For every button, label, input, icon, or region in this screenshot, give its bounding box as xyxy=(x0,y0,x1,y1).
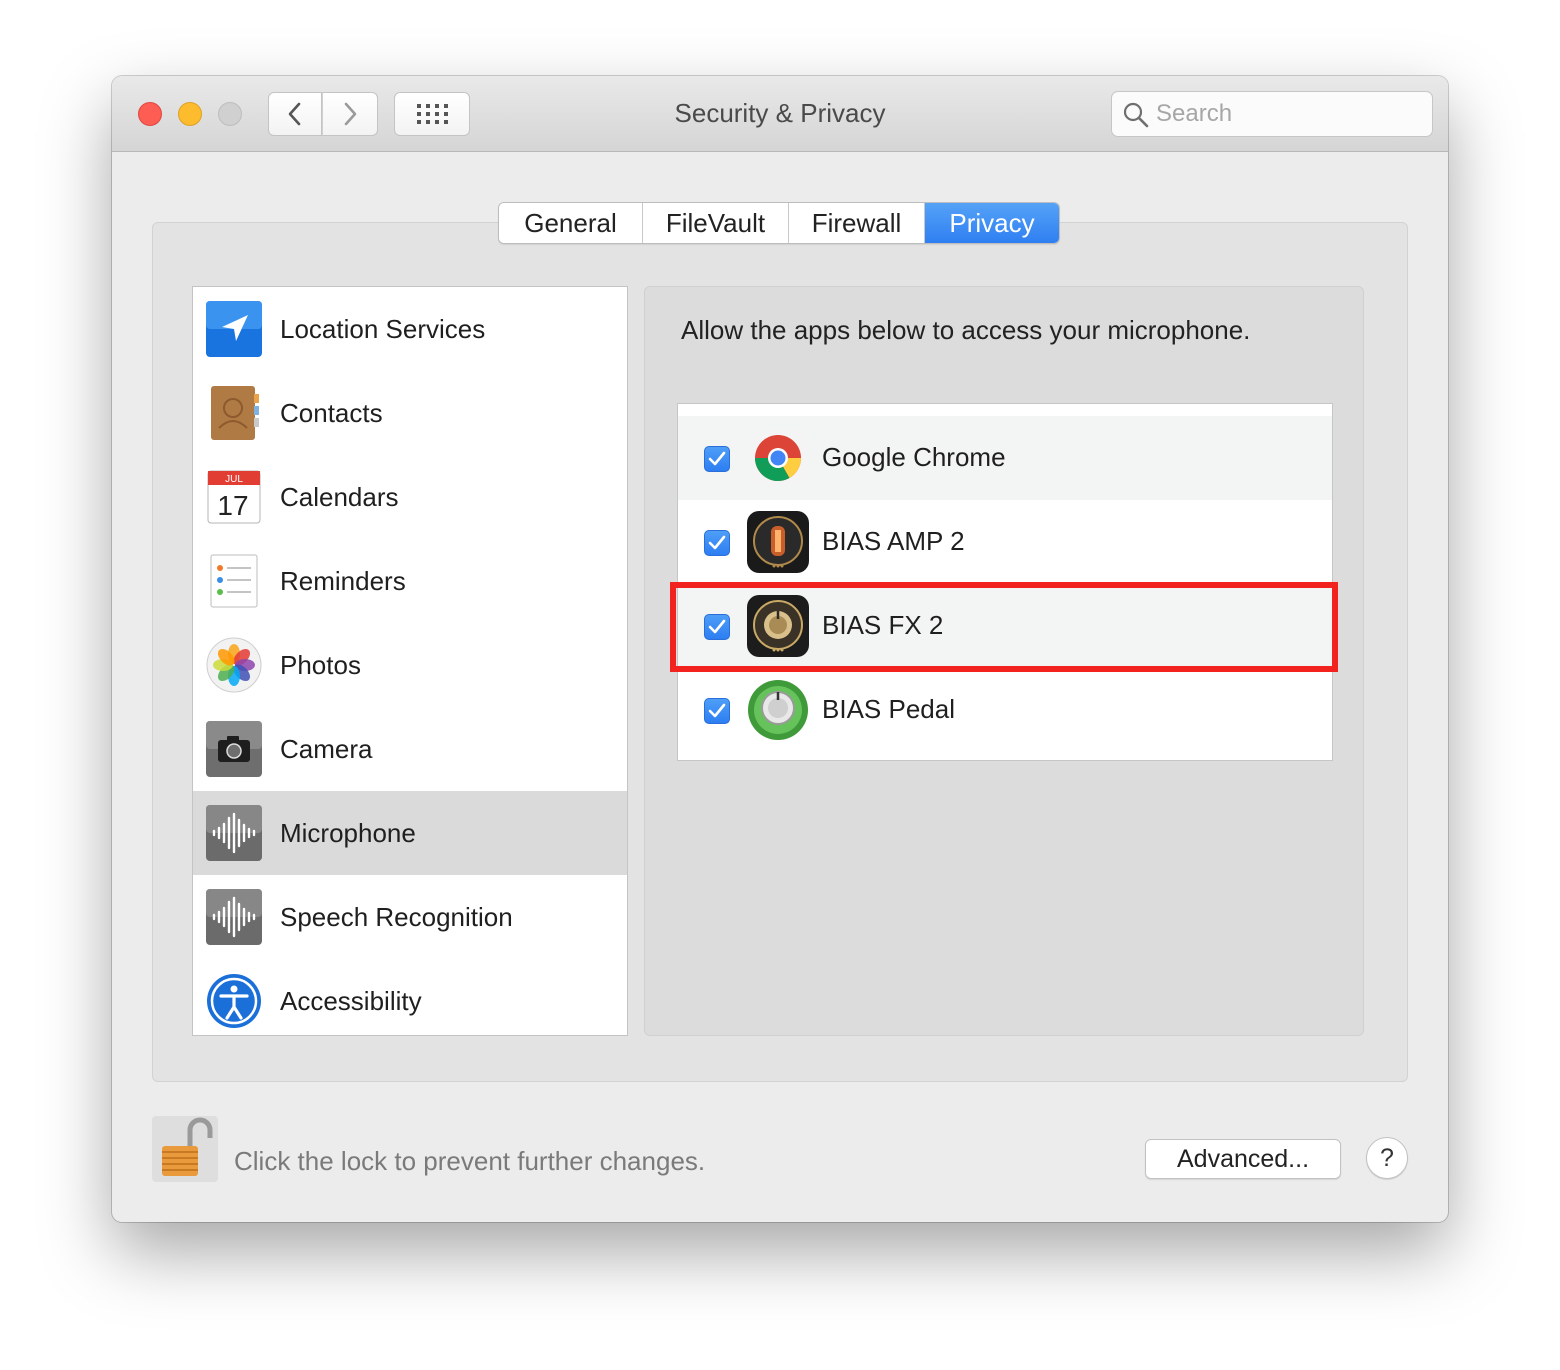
calendar-month: JUL xyxy=(225,474,243,485)
chrome-icon xyxy=(746,426,810,490)
app-checkbox[interactable] xyxy=(704,698,730,724)
accessibility-icon xyxy=(205,972,263,1030)
app-checkbox[interactable] xyxy=(704,446,730,472)
checkmark-icon xyxy=(708,535,726,550)
sidebar-item-photos[interactable]: Photos xyxy=(193,623,627,707)
sidebar-item-reminders[interactable]: Reminders xyxy=(193,539,627,623)
sidebar-item-label: Reminders xyxy=(280,565,406,596)
access-prompt: Allow the apps below to access your micr… xyxy=(681,315,1251,345)
unlocked-padlock-icon xyxy=(152,1116,218,1182)
sidebar-item-label: Location Services xyxy=(280,313,486,344)
tab-filevault[interactable]: FileVault xyxy=(643,203,789,243)
privacy-category-list: Location Services Contacts JUL 17 Calenda… xyxy=(192,286,628,1036)
help-button[interactable]: ? xyxy=(1366,1137,1408,1179)
app-name: Google Chrome xyxy=(822,442,1006,472)
advanced-button[interactable]: Advanced... xyxy=(1145,1139,1341,1179)
bias-fx-knob-icon xyxy=(746,594,810,658)
sidebar-item-label: Microphone xyxy=(280,817,416,848)
photos-flower-icon xyxy=(205,636,263,694)
sidebar-item-accessibility[interactable]: Accessibility xyxy=(193,959,627,1043)
search-input[interactable] xyxy=(1156,98,1416,130)
app-checkbox[interactable] xyxy=(704,530,730,556)
sidebar-item-camera[interactable]: Camera xyxy=(193,707,627,791)
app-checkbox[interactable] xyxy=(704,614,730,640)
speech-waveform-icon xyxy=(205,888,263,946)
calendar-day: 17 xyxy=(217,490,248,521)
app-list: Google Chrome BIAS AMP 2 BIAS FX 2 BIAS … xyxy=(677,403,1333,761)
app-name: BIAS FX 2 xyxy=(822,610,944,640)
app-row-google-chrome[interactable]: Google Chrome xyxy=(678,416,1332,500)
sidebar-item-label: Speech Recognition xyxy=(280,901,513,932)
location-arrow-icon xyxy=(205,300,263,358)
app-row-bias-fx-2[interactable]: BIAS FX 2 xyxy=(678,584,1332,668)
checkmark-icon xyxy=(708,619,726,634)
app-row-bias-pedal[interactable]: BIAS Pedal xyxy=(678,668,1332,752)
lock-button[interactable] xyxy=(152,1116,218,1182)
app-name: BIAS Pedal xyxy=(822,694,955,724)
sidebar-item-microphone[interactable]: Microphone xyxy=(193,791,627,875)
tab-general[interactable]: General xyxy=(499,203,643,243)
camera-icon xyxy=(205,720,263,778)
sidebar-item-label: Camera xyxy=(280,733,373,764)
contacts-book-icon xyxy=(205,384,263,442)
tab-bar: General FileVault Firewall Privacy xyxy=(498,202,1060,244)
sidebar-item-label: Photos xyxy=(280,649,361,680)
privacy-detail-pane: Allow the apps below to access your micr… xyxy=(644,286,1364,1036)
checkmark-icon xyxy=(708,451,726,466)
sidebar-item-label: Accessibility xyxy=(280,985,422,1016)
reminders-list-icon xyxy=(205,552,263,610)
checkmark-icon xyxy=(708,703,726,718)
search-icon xyxy=(1123,102,1149,128)
sidebar-item-location-services[interactable]: Location Services xyxy=(193,287,627,371)
sidebar-item-contacts[interactable]: Contacts xyxy=(193,371,627,455)
lock-message: Click the lock to prevent further change… xyxy=(234,1146,706,1176)
preferences-window: Security & Privacy General FileVault Fir… xyxy=(112,76,1448,1222)
bias-pedal-knob-icon xyxy=(746,678,810,742)
sidebar-item-calendars[interactable]: JUL 17 Calendars xyxy=(193,455,627,539)
title-bar: Security & Privacy xyxy=(112,76,1448,152)
search-field[interactable] xyxy=(1111,91,1433,137)
sidebar-item-speech-recognition[interactable]: Speech Recognition xyxy=(193,875,627,959)
tab-firewall[interactable]: Firewall xyxy=(789,203,925,243)
app-row-bias-amp-2[interactable]: BIAS AMP 2 xyxy=(678,500,1332,584)
tab-privacy[interactable]: Privacy xyxy=(925,203,1059,243)
sidebar-item-label: Calendars xyxy=(280,481,399,512)
microphone-waveform-icon xyxy=(205,804,263,862)
bias-amp-tube-icon xyxy=(746,510,810,574)
sidebar-item-label: Contacts xyxy=(280,397,383,428)
calendar-icon: JUL 17 xyxy=(205,468,263,526)
app-name: BIAS AMP 2 xyxy=(822,526,965,556)
